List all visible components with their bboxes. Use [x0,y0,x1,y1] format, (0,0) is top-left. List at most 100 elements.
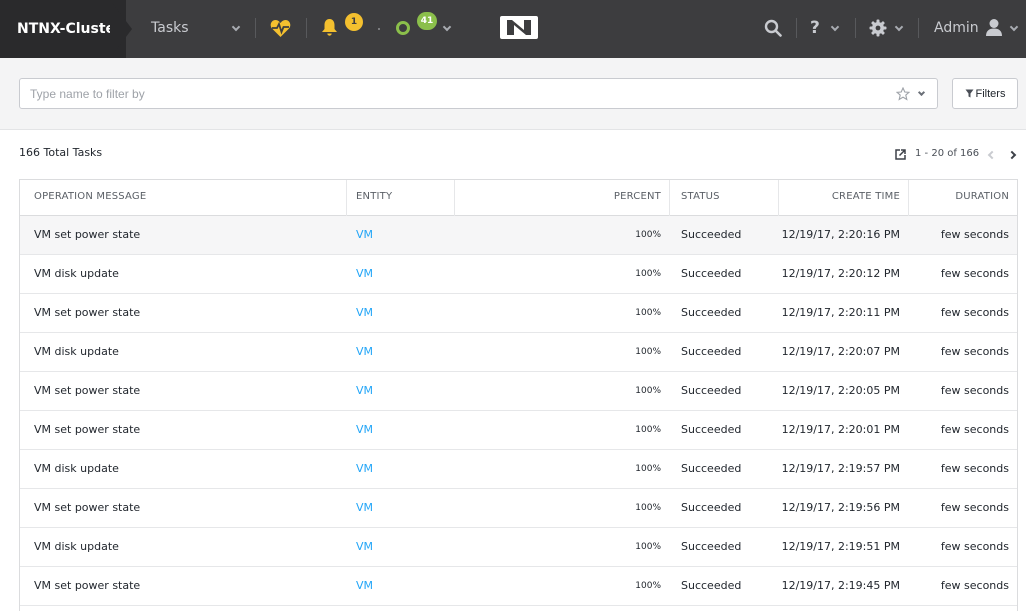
duration-value: few seconds [940,540,1009,553]
funnel-icon [965,89,974,97]
duration-value: few seconds [940,579,1009,592]
table-row[interactable]: VM disk update VM 100% Succeeded 12/19/1… [20,450,1017,489]
duration-value: few seconds [940,501,1009,514]
cluster-name[interactable]: NTNX-Cluster [0,0,126,58]
status-value: Succeeded [681,579,742,592]
column-header-operation[interactable]: OPERATION MESSAGE [34,180,146,216]
create-time-value: 12/19/17, 2:20:16 PM [781,228,900,241]
star-icon[interactable] [896,87,910,101]
percent-value: 100% [635,542,661,552]
create-time-value: 12/19/17, 2:19:51 PM [781,540,900,553]
percent-value: 100% [635,425,661,435]
column-divider [778,180,779,216]
divider [796,18,797,38]
create-time-value: 12/19/17, 2:20:12 PM [781,267,900,280]
bell-icon[interactable] [321,18,338,37]
operation-message: VM set power state [34,228,141,241]
status-value: Succeeded [681,384,742,397]
chevron-left-icon[interactable] [987,150,997,160]
entity-link[interactable]: VM [356,528,373,566]
chevron-down-icon[interactable] [231,22,241,32]
table-row[interactable]: VM set power state VM 100% Succeeded 12/… [20,294,1017,333]
question-icon[interactable]: ? [810,18,820,38]
percent-value: 100% [635,503,661,513]
create-time-value: 12/19/17, 2:20:11 PM [781,306,900,319]
table-row[interactable]: VM set power state VM 100% Succeeded 12/… [20,216,1017,255]
duration-value: few seconds [940,228,1009,241]
chevron-down-icon[interactable] [830,22,840,32]
entity-link[interactable]: VM [356,567,373,605]
entity-link[interactable]: VM [356,216,373,254]
table-row[interactable]: VM set power state VM 100% Succeeded 12/… [20,489,1017,528]
chevron-down-icon[interactable] [442,22,452,32]
percent-value: 100% [635,269,661,279]
user-icon[interactable] [985,18,1003,37]
table-row[interactable]: VM disk update VM 100% Succeeded 12/19/1… [20,333,1017,372]
column-divider [908,180,909,216]
filters-button[interactable]: Filters [952,78,1018,109]
column-header-status[interactable]: STATUS [681,180,720,216]
status-value: Succeeded [681,345,742,358]
chevron-down-icon[interactable] [894,22,904,32]
create-time-value: 12/19/17, 2:19:56 PM [781,501,900,514]
operation-message: VM set power state [34,579,141,592]
table-row[interactable]: VM set power state VM 100% Succeeded 12/… [20,567,1017,606]
duration-value: few seconds [940,306,1009,319]
operation-message: VM set power state [34,384,141,397]
search-input[interactable] [19,78,938,109]
divider-dot [378,28,380,30]
entity-link[interactable]: VM [356,372,373,410]
cluster-breadcrumb-arrow [110,0,132,58]
duration-value: few seconds [940,384,1009,397]
table-row[interactable]: VM set power state VM 100% Succeeded 12/… [20,372,1017,411]
create-time-value: 12/19/17, 2:19:45 PM [781,579,900,592]
status-value: Succeeded [681,540,742,553]
chevron-down-icon[interactable] [1009,22,1019,32]
percent-value: 100% [635,386,661,396]
column-header-create-time[interactable]: CREATE TIME [832,180,900,216]
total-tasks-count: 166 Total Tasks [19,146,103,159]
column-header-entity[interactable]: ENTITY [356,180,392,216]
column-divider [669,180,670,216]
divider [918,18,919,38]
pagination-range: 1 - 20 of 166 [915,148,980,159]
percent-value: 100% [635,230,661,240]
create-time-value: 12/19/17, 2:20:07 PM [781,345,900,358]
entity-link[interactable]: VM [356,411,373,449]
nutanix-logo [500,16,538,39]
operation-message: VM disk update [34,462,119,475]
page-title-dropdown[interactable]: Tasks [151,0,189,58]
chevron-right-icon[interactable] [1007,150,1017,160]
table-row[interactable]: VM disk update VM 100% Succeeded 12/19/1… [20,255,1017,294]
user-name[interactable]: Admin [934,0,979,58]
column-header-duration[interactable]: DURATION [955,180,1009,216]
table-row[interactable]: VM set power state VM 100% Succeeded 12/… [20,411,1017,450]
entity-link[interactable]: VM [356,333,373,371]
divider [255,18,256,38]
operation-message: VM disk update [34,540,119,553]
operation-message: VM set power state [34,423,141,436]
gear-icon[interactable] [869,19,887,37]
operation-message: VM disk update [34,267,119,280]
search-icon[interactable] [764,19,782,37]
circle-icon[interactable] [395,20,411,36]
divider [306,18,307,38]
entity-link[interactable]: VM [356,450,373,488]
column-header-percent[interactable]: PERCENT [614,180,661,216]
table-row[interactable]: VM disk update VM 100% Succeeded 12/19/1… [20,528,1017,567]
alerts-count-badge: 1 [345,13,363,31]
tasks-table: OPERATION MESSAGE ENTITY PERCENT STATUS … [19,179,1018,611]
status-value: Succeeded [681,306,742,319]
duration-value: few seconds [940,267,1009,280]
percent-value: 100% [635,581,661,591]
external-link-icon[interactable] [895,149,906,160]
create-time-value: 12/19/17, 2:20:01 PM [781,423,900,436]
heartbeat-icon[interactable] [270,19,291,38]
entity-link[interactable]: VM [356,294,373,332]
entity-link[interactable]: VM [356,489,373,527]
operation-message: VM set power state [34,501,141,514]
table-header: OPERATION MESSAGE ENTITY PERCENT STATUS … [20,180,1017,216]
create-time-value: 12/19/17, 2:19:57 PM [781,462,900,475]
entity-link[interactable]: VM [356,255,373,293]
status-value: Succeeded [681,501,742,514]
